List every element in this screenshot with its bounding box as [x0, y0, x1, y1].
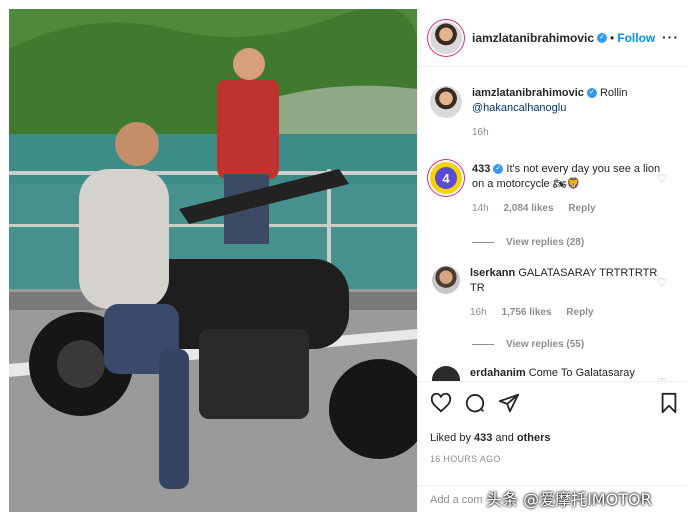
verified-badge-icon: ✓	[493, 164, 504, 175]
caption-text: Rollin	[599, 87, 628, 99]
view-replies-label: View replies (55)	[506, 339, 585, 350]
comment-likes[interactable]: 2,084 likes	[503, 203, 553, 214]
verified-badge-icon: ✓	[597, 32, 608, 43]
liked-user[interactable]: 433	[474, 432, 492, 444]
comment-time[interactable]: 16h	[470, 307, 487, 318]
comment-username[interactable]: 433	[472, 163, 490, 175]
watermark: 头条 @爱摩托IMOTOR	[486, 490, 652, 509]
comment-username[interactable]: erdahanim	[470, 367, 526, 379]
comment-body: erdahanim Come To Galatasaray	[470, 366, 666, 381]
like-heart-icon[interactable]	[430, 392, 452, 414]
like-comment-heart-icon[interactable]: ♡	[657, 276, 667, 289]
comment-avatar[interactable]	[432, 366, 460, 381]
verified-badge-icon: ✓	[586, 88, 597, 99]
action-icons	[430, 392, 679, 416]
comment-meta: 14h 2,084 likes Reply	[472, 201, 668, 216]
comment-item: lserkann GALATASARAY TRTRTRTR TR 16h 1,7…	[430, 266, 677, 320]
liked-others[interactable]: others	[517, 432, 551, 444]
comment-item: 4 433 ✓ It's not every day you see a lion…	[430, 162, 677, 216]
post-photo	[9, 9, 417, 512]
caption-body: iamzlatanibrahimovic ✓ Rollin @hakancalha…	[472, 86, 668, 140]
comment-avatar[interactable]	[432, 266, 460, 294]
caption-mention[interactable]: @hakancalhanoglu	[472, 102, 566, 114]
post-details-panel: iamzlatanibrahimovic ✓ • Follow ··· iamz…	[417, 9, 687, 512]
comment-body: lserkann GALATASARAY TRTRTRTR TR 16h 1,7…	[470, 266, 666, 320]
caption-username[interactable]: iamzlatanibrahimovic	[472, 87, 584, 99]
reply-button[interactable]: Reply	[566, 307, 593, 318]
view-replies-label: View replies (28)	[506, 237, 585, 248]
bookmark-icon[interactable]	[659, 392, 679, 414]
comments-list: iamzlatanibrahimovic ✓ Rollin @hakancalha…	[418, 68, 687, 381]
share-icon[interactable]	[498, 392, 520, 414]
comment-username[interactable]: lserkann	[470, 267, 515, 279]
separator-dot: •	[610, 30, 615, 45]
comment-item: erdahanim Come To Galatasaray ♡	[430, 366, 677, 381]
view-replies-button[interactable]: View replies (55)	[472, 339, 584, 350]
ellipsis-icon[interactable]: ···	[662, 29, 679, 45]
comment-text: Come To Galatasaray	[528, 367, 635, 379]
comment-time[interactable]: 14h	[472, 203, 489, 214]
post-actions: Liked by 433 and others 16 HOURS AGO Add…	[418, 381, 687, 506]
comment-bubble-icon[interactable]	[464, 392, 486, 414]
post-header: iamzlatanibrahimovic ✓ • Follow ···	[418, 9, 687, 67]
replies-line	[472, 344, 494, 345]
author-avatar[interactable]	[430, 21, 462, 54]
caption-avatar[interactable]	[430, 86, 462, 118]
comment-likes[interactable]: 1,756 likes	[501, 307, 551, 318]
liked-and: and	[495, 432, 514, 444]
view-replies-button[interactable]: View replies (28)	[472, 237, 584, 248]
comment-meta: 16h 1,756 likes Reply	[470, 305, 666, 320]
liked-prefix: Liked by	[430, 432, 471, 444]
author-username[interactable]: iamzlatanibrahimovic	[472, 31, 594, 45]
comment-avatar[interactable]: 4	[430, 162, 462, 194]
replies-line	[472, 242, 494, 243]
comment-body: 433 ✓ It's not every day you see a lion o…	[472, 162, 668, 216]
reply-button[interactable]: Reply	[568, 203, 595, 214]
post-time-ago[interactable]: 16 HOURS AGO	[430, 454, 501, 464]
caption-meta: 16h	[472, 125, 668, 140]
like-comment-heart-icon[interactable]: ♡	[657, 172, 667, 185]
follow-button[interactable]: Follow	[617, 31, 655, 45]
motorcycle-photo	[9, 9, 417, 512]
liked-by: Liked by 433 and others	[430, 432, 551, 444]
caption-time[interactable]: 16h	[472, 127, 489, 138]
caption: iamzlatanibrahimovic ✓ Rollin @hakancalha…	[430, 86, 677, 140]
